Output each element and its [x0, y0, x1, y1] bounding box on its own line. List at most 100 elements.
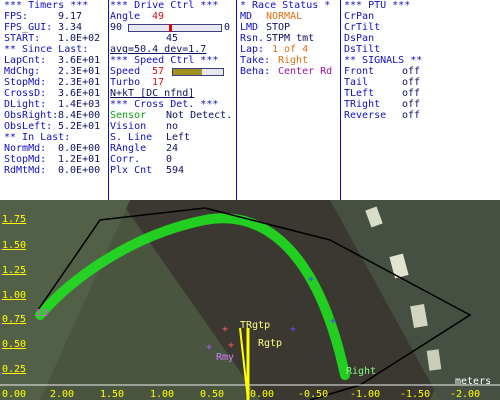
timers-panel: *** Timers *** FPS: 9.17 FPS_GUI: 3.34 STA… — [4, 0, 108, 200]
x-tick-label: -1.00 — [350, 389, 381, 400]
in-last-label: StopMd: — [4, 154, 47, 165]
signals-header: ** SIGNALS ** — [344, 55, 423, 66]
marker-left-label: 13 — [36, 308, 49, 319]
since-label: LapCnt: — [4, 55, 47, 66]
x-tick-label: -2.00 — [450, 389, 481, 400]
nkt-status: N+kT [DC nfnd] — [110, 88, 195, 99]
race-status-panel: * Race Status * MD NORMAL LMD STOP Rsn. STP… — [240, 0, 340, 200]
svg-text:+: + — [308, 274, 314, 285]
marker-rmy-label: Rmy — [216, 352, 235, 363]
since-label: MdChg: — [4, 66, 41, 77]
marker-trgtp-label: TRgtp — [240, 320, 271, 331]
signal-value: off — [402, 66, 421, 77]
race-take-value: Right — [278, 55, 309, 66]
speed-bar-fill — [173, 69, 202, 75]
since-value: 3.6E+01 — [58, 55, 101, 66]
cross-label: Plx Cnt — [110, 165, 153, 176]
angle-avg: avg=50.4 dev=1.7 — [110, 44, 207, 55]
ptu-header: *** PTU *** — [344, 0, 411, 11]
y-tick-label: 1.50 — [2, 240, 27, 251]
ptu-item: CrTilt — [344, 22, 381, 33]
angle-label: Angle — [110, 11, 141, 22]
race-mode-value: NORMAL — [266, 11, 303, 22]
svg-text:+: + — [228, 340, 234, 351]
since-value: 3.6E+01 — [58, 88, 101, 99]
race-label: LMD — [240, 22, 259, 33]
speed-header: *** Speed Ctrl *** — [110, 55, 219, 66]
start-value: 1.0E+02 — [58, 33, 101, 44]
since-value: 2.3E+01 — [58, 66, 101, 77]
since-label: DLight: — [4, 99, 47, 110]
since-value: 2.3E+01 — [58, 77, 101, 88]
svg-text:+: + — [290, 324, 296, 335]
drive-header: *** Drive Ctrl *** — [110, 0, 219, 11]
camera-image: + + + + + + — [0, 200, 500, 400]
signal-label: TLeft — [344, 88, 375, 99]
y-tick-label: 1.25 — [2, 265, 27, 276]
units-label: meters — [455, 376, 492, 387]
turbo-label: Turbo — [110, 77, 141, 88]
cross-value: no — [166, 121, 179, 132]
ptu-item: DsPan — [344, 33, 375, 44]
cross-label: Sensor — [110, 110, 147, 121]
turbo-value: 17 — [152, 77, 165, 88]
race-value: STPM tmt — [266, 33, 315, 44]
cross-value: 594 — [166, 165, 185, 176]
signal-value: off — [402, 77, 421, 88]
drive-panel: *** Drive Ctrl *** Angle 49 90 0 45 avg=5… — [110, 0, 234, 200]
marker-right-label: Right — [346, 366, 377, 377]
y-tick-label: 0.25 — [2, 364, 27, 375]
signal-label: Tail — [344, 77, 369, 88]
panel-divider — [340, 0, 341, 200]
ptu-item: DsTilt — [344, 44, 381, 55]
in-last-label: NormMd: — [4, 143, 47, 154]
panel-divider — [108, 0, 109, 200]
speed-value: 57 — [152, 66, 165, 77]
in-last-header: ** In Last: — [4, 132, 71, 143]
angle-value: 49 — [152, 11, 165, 22]
y-tick-label: 0.75 — [2, 314, 27, 325]
x-tick-label: 0.50 — [200, 389, 225, 400]
svg-text:+: + — [330, 316, 336, 327]
race-label: Lap: — [240, 44, 265, 55]
start-label: START: — [4, 33, 41, 44]
fps-gui-label: FPS_GUI: — [4, 22, 53, 33]
signal-value: off — [402, 110, 421, 121]
since-label: CrossD: — [4, 88, 47, 99]
in-last-label: RdMtMd: — [4, 165, 47, 176]
angle-bar-mid: 45 — [166, 33, 179, 44]
angle-bar — [128, 24, 222, 32]
cross-label: Corr. — [110, 154, 141, 165]
cross-header: *** Cross Det. *** — [110, 99, 219, 110]
signal-value: off — [402, 88, 421, 99]
since-value: 8.4E+00 — [58, 110, 101, 121]
in-last-value: 1.2E+01 — [58, 154, 101, 165]
cross-value: 24 — [166, 143, 179, 154]
x-tick-label: 1.00 — [150, 389, 175, 400]
camera-view[interactable]: + + + + + + 1.75 1.50 1.25 1.00 0.75 0.5… — [0, 200, 500, 400]
race-label: Rsn. — [240, 33, 265, 44]
signal-label: TRight — [344, 99, 381, 110]
ptu-item: CrPan — [344, 11, 375, 22]
speed-bar — [172, 68, 224, 76]
since-value: 5.2E+01 — [58, 121, 101, 132]
race-lap-value: 1 of 4 — [272, 44, 309, 55]
angle-bar-max: 0 — [224, 22, 231, 33]
panel-divider — [236, 0, 237, 200]
race-behavior-value: Center Rd — [278, 66, 333, 77]
cross-label: S. Line — [110, 132, 153, 143]
race-label: MD — [240, 11, 253, 22]
fps-label: FPS: — [4, 11, 29, 22]
signal-value: off — [402, 99, 421, 110]
since-last-header: ** Since Last: — [4, 44, 89, 55]
since-label: ObsLeft: — [4, 121, 53, 132]
since-label: StopMd: — [4, 77, 47, 88]
x-tick-label: 1.50 — [100, 389, 125, 400]
speed-label: Speed — [110, 66, 141, 77]
x-tick-label: -0.50 — [298, 389, 329, 400]
in-last-value: 0.0E+00 — [58, 165, 101, 176]
fps-value: 9.17 — [58, 11, 83, 22]
in-last-value: 0.0E+00 — [58, 143, 101, 154]
since-label: ObsRight: — [4, 110, 59, 121]
cross-value: Left — [166, 132, 191, 143]
